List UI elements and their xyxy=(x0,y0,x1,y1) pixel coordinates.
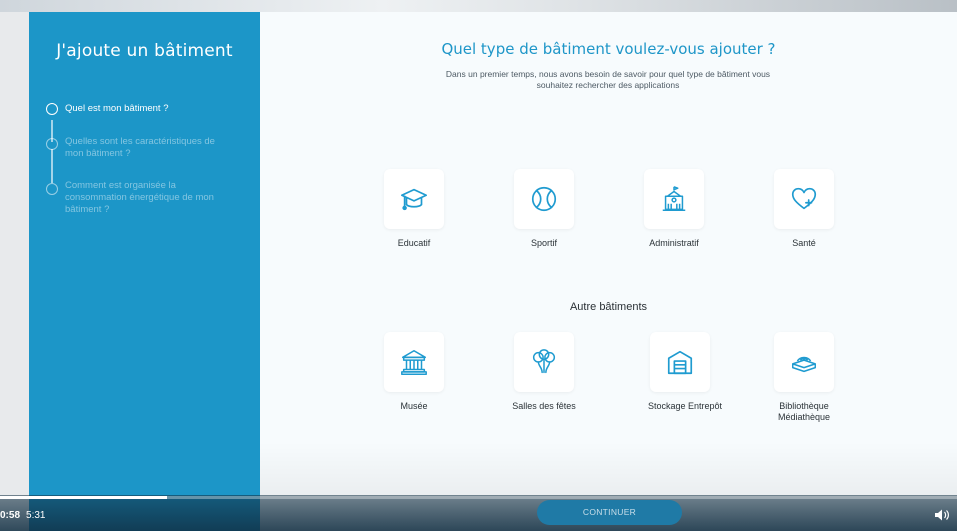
building-type-label: Educatif xyxy=(397,238,431,248)
step-label[interactable]: Quel est mon bâtiment ? xyxy=(65,103,235,115)
building-type-stockage[interactable] xyxy=(650,332,710,392)
graduation-cap-icon xyxy=(400,188,428,211)
building-type-label: Bibliothèque Médiathèque xyxy=(777,401,831,422)
volume-icon[interactable] xyxy=(934,508,950,522)
video-controls-bar xyxy=(0,495,957,531)
building-type-label: Santé xyxy=(792,238,816,248)
sidebar-title: J'ajoute un bâtiment xyxy=(56,41,233,61)
balloons-icon xyxy=(532,349,556,374)
building-type-administratif[interactable] xyxy=(644,169,704,229)
main-panel: Quel type de bâtiment voulez-vous ajoute… xyxy=(260,12,957,531)
warehouse-icon xyxy=(667,350,693,375)
building-type-label: Sportif xyxy=(530,238,557,248)
page-subtitle: Dans un premier temps, nous avons besoin… xyxy=(445,69,771,90)
step-indicator xyxy=(46,183,58,195)
video-progress-bar[interactable] xyxy=(0,496,957,499)
building-type-salles-des-fetes[interactable] xyxy=(514,332,574,392)
building-type-educatif[interactable] xyxy=(384,169,444,229)
books-icon xyxy=(792,356,816,373)
video-frame: J'ajoute un bâtiment Quel est mon bâtime… xyxy=(0,0,957,531)
video-progress-fill xyxy=(0,496,168,499)
building-type-label: Stockage Entrepôt xyxy=(647,401,723,411)
step-label[interactable]: Comment est organisée la consommation én… xyxy=(65,180,230,216)
heart-plus-icon xyxy=(791,187,817,210)
duration: 5:31 xyxy=(26,510,46,521)
building-type-sante[interactable] xyxy=(774,169,834,229)
building-type-sportif[interactable] xyxy=(514,169,574,229)
tennis-ball-icon xyxy=(531,186,557,212)
video-time-display: 0:58 5:31 xyxy=(0,510,45,521)
town-hall-icon xyxy=(662,186,686,211)
step-label[interactable]: Quelles sont les caractéristiques de mon… xyxy=(65,136,230,160)
building-type-musee[interactable] xyxy=(384,332,444,392)
current-time: 0:58 xyxy=(0,510,21,521)
step-indicator xyxy=(46,138,58,150)
building-type-label: Administratif xyxy=(649,238,699,248)
step-indicator-active xyxy=(46,103,58,115)
building-type-label: Musée xyxy=(400,401,428,411)
building-type-label: Salles des fêtes xyxy=(512,401,576,411)
sidebar: J'ajoute un bâtiment Quel est mon bâtime… xyxy=(29,12,260,531)
step-connector xyxy=(51,149,53,183)
continue-button[interactable]: CONTINUER xyxy=(537,500,682,525)
other-buildings-heading: Autre bâtiments xyxy=(569,301,648,313)
museum-icon xyxy=(401,350,427,375)
top-strip xyxy=(0,0,957,12)
page-title: Quel type de bâtiment voulez-vous ajoute… xyxy=(441,40,776,58)
building-type-bibliotheque[interactable] xyxy=(774,332,834,392)
